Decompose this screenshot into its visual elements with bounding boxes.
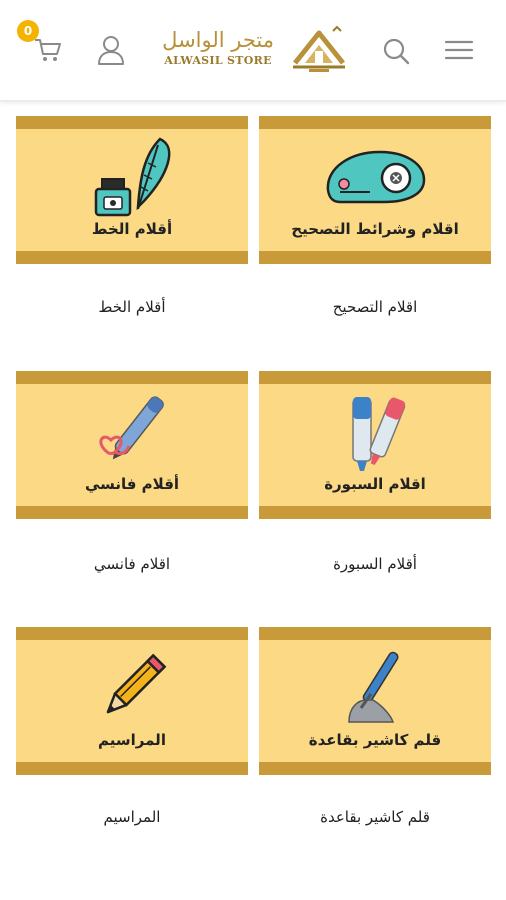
store-name-arabic: متجر الواسل	[162, 28, 274, 52]
store-name-english: ALWASIL STORE	[164, 54, 272, 67]
tile-title: قلم كاشير بقاعدة	[308, 731, 442, 749]
account-button[interactable]	[94, 32, 128, 68]
category-tile-fancy[interactable]: أقلام فانسي	[16, 371, 248, 519]
cart-icon	[35, 39, 61, 61]
app-header: 0 متجر الواسل ALWASIL STORE	[0, 0, 506, 102]
tile-bar	[259, 116, 491, 129]
menu-button[interactable]	[442, 36, 476, 64]
cashier-pen-icon	[259, 643, 491, 733]
tile-bar	[16, 371, 248, 384]
tile-title: اقلام السبورة	[324, 475, 426, 493]
tile-bar	[259, 627, 491, 640]
menu-icon	[444, 40, 474, 60]
correction-tape-icon	[259, 132, 491, 222]
tile-bar	[259, 762, 491, 775]
category-tile-calligraphy[interactable]: أقلام الخط	[16, 116, 248, 264]
tile-bar	[16, 251, 248, 264]
user-icon	[98, 36, 124, 65]
tile-title: المراسيم	[98, 731, 166, 749]
category-caption[interactable]: قلم كاشير بقاعدة	[259, 808, 491, 826]
search-button[interactable]	[378, 34, 414, 68]
tile-bar	[16, 627, 248, 640]
pencil-icon	[16, 643, 248, 733]
category-tile-pencils[interactable]: المراسيم	[16, 627, 248, 775]
category-caption[interactable]: أقلام السبورة	[259, 555, 491, 573]
tile-bar	[259, 371, 491, 384]
cart-count-badge: 0	[17, 20, 39, 42]
fancy-pen-icon	[16, 387, 248, 477]
tile-bar	[259, 251, 491, 264]
tile-title: أقلام الخط	[91, 220, 173, 238]
category-tile-cashier[interactable]: قلم كاشير بقاعدة	[259, 627, 491, 775]
search-icon	[383, 38, 410, 65]
markers-icon	[259, 387, 491, 477]
category-tile-whiteboard[interactable]: اقلام السبورة	[259, 371, 491, 519]
ink-feather-icon	[16, 132, 248, 222]
tile-bar	[16, 506, 248, 519]
tile-bar	[16, 116, 248, 129]
tile-bar	[16, 762, 248, 775]
tile-title: اقلام وشرائط التصحيح	[291, 220, 459, 238]
store-logo-icon[interactable]	[286, 22, 352, 78]
category-caption[interactable]: اقلام التصحيح	[259, 298, 491, 316]
category-caption[interactable]: المراسيم	[16, 808, 248, 826]
category-caption[interactable]: أقلام الخط	[16, 298, 248, 316]
tile-bar	[259, 506, 491, 519]
category-tile-correction[interactable]: اقلام وشرائط التصحيح	[259, 116, 491, 264]
tile-title: أقلام فانسي	[84, 475, 180, 493]
category-caption[interactable]: اقلام فانسي	[16, 555, 248, 573]
